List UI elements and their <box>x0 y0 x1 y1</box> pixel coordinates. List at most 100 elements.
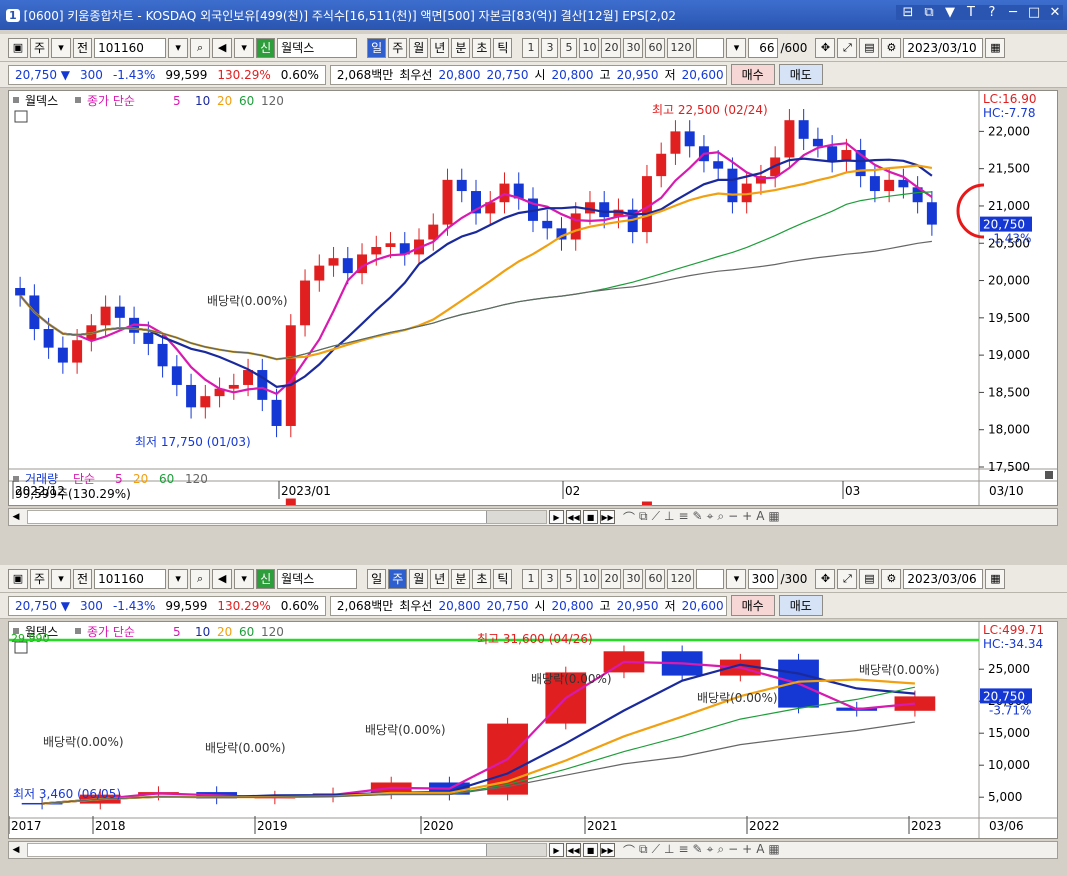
volume-legend-ma[interactable]: 5 <box>115 472 123 486</box>
buy-button[interactable]: 매수 <box>730 595 775 616</box>
volume-legend-main[interactable]: 단순 <box>73 472 95 486</box>
minus-icon[interactable]: − <box>728 509 738 525</box>
search-icon[interactable]: ⌕ <box>190 568 211 589</box>
period-tab-1[interactable]: 주 <box>388 568 408 589</box>
interval-button-4[interactable]: 20 <box>601 37 622 58</box>
interval-button-1[interactable]: 3 <box>541 37 559 58</box>
legend-main[interactable]: 종가 단순 <box>87 94 135 108</box>
volume-close-icon[interactable] <box>1045 471 1053 479</box>
play-icon[interactable]: ▶ <box>549 843 564 857</box>
ruler-icon[interactable]: ⌒ <box>623 842 635 858</box>
magnet-icon[interactable]: ⌖ <box>707 842 714 858</box>
sell-button[interactable]: 매도 <box>778 595 823 616</box>
save-icon[interactable]: ▤ <box>859 37 880 58</box>
maximize-icon[interactable]: □ <box>1026 5 1042 20</box>
chevron-down-icon[interactable]: ▾ <box>168 568 189 589</box>
market-select[interactable]: 주 <box>30 37 50 58</box>
rewind-icon[interactable]: ◀◀ <box>566 843 581 857</box>
search-icon[interactable]: ⌕ <box>190 37 211 58</box>
date-field[interactable]: 2023/03/06 <box>903 568 984 589</box>
date-field[interactable]: 2023/03/10 <box>903 37 984 58</box>
zoom-out-icon[interactable]: ⌕ <box>717 842 724 858</box>
interval-input[interactable] <box>696 568 725 589</box>
layer-icon[interactable]: ▦ <box>768 842 779 858</box>
rewind-icon[interactable]: ◀◀ <box>566 510 581 524</box>
period-tab-4[interactable]: 분 <box>451 568 471 589</box>
text-tool-icon[interactable]: A <box>756 509 764 525</box>
interval-button-1[interactable]: 3 <box>541 568 559 589</box>
legend-ma-5[interactable]: 5 <box>173 625 181 639</box>
legend-stock[interactable]: 월덱스 <box>25 94 58 108</box>
forward-icon[interactable]: ▶▶ <box>600 843 615 857</box>
scroll-track[interactable] <box>27 510 547 524</box>
period-tab-5[interactable]: 초 <box>472 37 492 58</box>
zoom-out-icon[interactable]: ⌕ <box>717 509 724 525</box>
interval-button-7[interactable]: 120 <box>667 37 695 58</box>
interval-button-4[interactable]: 20 <box>601 568 622 589</box>
count-input[interactable]: 66 <box>748 37 779 58</box>
count-input[interactable]: 300 <box>748 568 779 589</box>
interval-button-7[interactable]: 120 <box>667 568 695 589</box>
buy-button[interactable]: 매수 <box>730 64 775 85</box>
chart-area[interactable]: 월덱스 종가 단순 5 10 20 60 120 LC:499.71 HC:-34.34 25,0… <box>8 621 1058 839</box>
scope-button[interactable]: 전 <box>73 37 93 58</box>
scroll-left-icon[interactable]: ◀ <box>9 845 23 855</box>
period-tab-0[interactable]: 일 <box>367 37 387 58</box>
legend-ma-60[interactable]: 60 <box>239 94 254 108</box>
period-tab-6[interactable]: 틱 <box>493 568 513 589</box>
stock-name-field[interactable]: 월덱스 <box>277 37 358 58</box>
legend-ma-120[interactable]: 120 <box>261 625 284 639</box>
help-icon[interactable]: ? <box>984 5 1000 20</box>
interval-button-3[interactable]: 10 <box>579 37 600 58</box>
chart-menu-icon[interactable]: ▣ <box>8 568 28 589</box>
scroll-track[interactable] <box>27 843 547 857</box>
window-icon[interactable]: ⧉ <box>639 509 648 525</box>
crosshair-icon[interactable]: ✥ <box>815 568 836 589</box>
sound-icon[interactable]: ◀ <box>212 568 233 589</box>
gear-icon[interactable]: ⚙ <box>881 568 902 589</box>
calendar-icon[interactable]: ▦ <box>985 37 1006 58</box>
period-tab-0[interactable]: 일 <box>367 568 387 589</box>
save-icon[interactable]: ▤ <box>859 568 880 589</box>
interval-input[interactable] <box>696 37 725 58</box>
font-icon[interactable]: T <box>963 5 979 20</box>
interval-button-2[interactable]: 5 <box>560 37 578 58</box>
interval-button-5[interactable]: 30 <box>623 37 644 58</box>
chart-menu-icon[interactable]: ▣ <box>8 37 28 58</box>
scroll-left-icon[interactable]: ◀ <box>9 512 23 522</box>
forward-icon[interactable]: ▶▶ <box>600 510 615 524</box>
legend-ma-10[interactable]: 10 <box>195 94 210 108</box>
zoom-icon[interactable]: ⤢ <box>837 568 858 589</box>
period-tab-3[interactable]: 년 <box>430 568 450 589</box>
chart-area[interactable]: 월덱스 종가 단순 5 10 20 60 120 LC:16.90 HC:-7.78 22,000… <box>8 90 1058 506</box>
chart-scrollbar[interactable]: ◀ ▶ ◀◀ ■ ▶▶ ⌒ ⧉ ⟋ ⊥ ≡ ✎ ⌖ ⌕ − + A ▦ <box>8 841 1058 859</box>
period-tab-2[interactable]: 월 <box>409 568 429 589</box>
legend-main[interactable]: 종가 단순 <box>87 625 135 639</box>
chevron-down-icon[interactable]: ▾ <box>234 568 255 589</box>
chart-scrollbar[interactable]: ◀ ▶ ◀◀ ■ ▶▶ ⌒ ⧉ ⟋ ⊥ ≡ ✎ ⌖ ⌕ − + A ▦ <box>8 508 1058 526</box>
legend-ma-60[interactable]: 60 <box>239 625 254 639</box>
trend-icon[interactable]: ⊥ <box>664 842 674 858</box>
interval-button-6[interactable]: 60 <box>645 37 666 58</box>
crosshair-icon[interactable]: ✥ <box>815 37 836 58</box>
chevron-down-icon[interactable]: ▾ <box>168 37 189 58</box>
sell-button[interactable]: 매도 <box>778 64 823 85</box>
period-tab-6[interactable]: 틱 <box>493 37 513 58</box>
period-tab-1[interactable]: 주 <box>388 37 408 58</box>
layout-icon[interactable]: ⊟ <box>900 5 916 20</box>
ruler-icon[interactable]: ⌒ <box>623 509 635 525</box>
legend-ma-20[interactable]: 20 <box>217 625 232 639</box>
minus-icon[interactable]: − <box>728 842 738 858</box>
scroll-thumb[interactable] <box>486 511 546 523</box>
period-tab-5[interactable]: 초 <box>472 568 492 589</box>
period-tab-4[interactable]: 분 <box>451 37 471 58</box>
trend-icon[interactable]: ⊥ <box>664 509 674 525</box>
chevron-down-icon[interactable]: ▾ <box>234 37 255 58</box>
legend-ma-5[interactable]: 5 <box>173 94 181 108</box>
window-icon[interactable]: ⧉ <box>639 842 648 858</box>
chevron-down-icon[interactable]: ▾ <box>51 37 72 58</box>
interval-button-0[interactable]: 1 <box>522 568 540 589</box>
plus-icon[interactable]: + <box>742 509 752 525</box>
period-tab-2[interactable]: 월 <box>409 37 429 58</box>
magnet-icon[interactable]: ⌖ <box>707 509 714 525</box>
